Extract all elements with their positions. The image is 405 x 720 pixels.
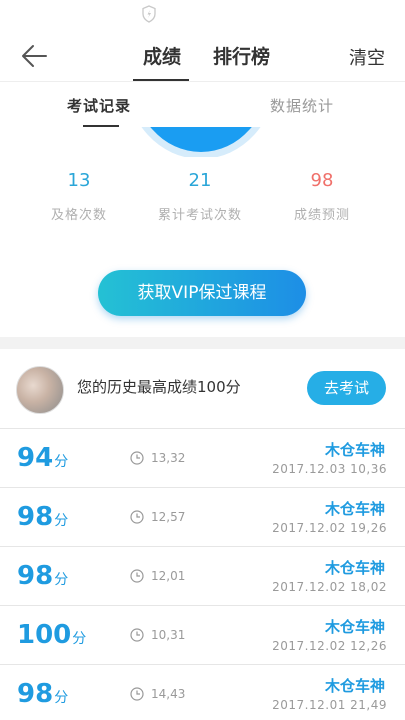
stat-value: 21 (188, 170, 212, 191)
clock-icon (130, 451, 144, 465)
stat-label: 及格次数 (50, 208, 107, 223)
record-duration: 14,43 (151, 687, 186, 701)
score-gauge-arc (132, 127, 270, 152)
take-exam-button[interactable]: 去考试 (307, 371, 386, 405)
stat-pass-count: 13 及格次数 (19, 170, 139, 223)
record-date: 2017.12.01 21,49 (272, 698, 387, 712)
best-score-text: 您的历史最高成绩100分 (77, 378, 241, 396)
vip-course-button[interactable]: 获取VIP保过课程 (98, 270, 306, 316)
clock-icon (130, 628, 144, 642)
record-date: 2017.12.03 10,36 (272, 462, 387, 476)
stats-row: 13 及格次数 21 累计考试次数 98 成绩预测 (0, 170, 405, 240)
stat-label: 成绩预测 (293, 208, 350, 223)
subtab-exam-records[interactable]: 考试记录 (67, 95, 131, 116)
record-score: 100分 (17, 620, 87, 650)
list-item[interactable]: 98分 14,43 木仓车神 2017.12.01 21,49 (0, 665, 405, 720)
shield-icon (142, 5, 156, 23)
list-item[interactable]: 94分 13,32 木仓车神 2017.12.03 10,36 (0, 429, 405, 488)
back-button[interactable] (18, 42, 50, 70)
record-duration: 10,31 (151, 628, 186, 642)
best-score-row: 您的历史最高成绩100分 去考试 (0, 349, 405, 429)
record-score: 98分 (17, 561, 69, 591)
record-user: 木仓车神 (324, 559, 385, 577)
record-user: 木仓车神 (324, 500, 385, 518)
status-bar (0, 0, 405, 30)
avatar (16, 366, 64, 414)
clock-icon (130, 569, 144, 583)
subtab-bar: 考试记录 数据统计 (0, 83, 405, 127)
record-duration: 12,01 (151, 569, 186, 583)
record-user: 木仓车神 (324, 677, 385, 695)
tab-score[interactable]: 成绩 (143, 42, 181, 69)
section-divider (0, 337, 405, 349)
record-duration: 13,32 (151, 451, 186, 465)
tab-indicator (133, 79, 189, 81)
stat-total-exams: 21 累计考试次数 (140, 170, 260, 223)
record-duration: 12,57 (151, 510, 186, 524)
clock-icon (130, 510, 144, 524)
record-date: 2017.12.02 19,26 (272, 521, 387, 535)
record-date: 2017.12.02 18,02 (272, 580, 387, 594)
list-item[interactable]: 98分 12,01 木仓车神 2017.12.02 18,02 (0, 547, 405, 606)
list-item[interactable]: 100分 10,31 木仓车神 2017.12.02 12,26 (0, 606, 405, 665)
stat-score-prediction: 98 成绩预测 (262, 170, 382, 223)
stat-label: 累计考试次数 (157, 208, 242, 223)
record-score: 98分 (17, 679, 69, 709)
header: 成绩 排行榜 清空 (0, 30, 405, 82)
list-item[interactable]: 98分 12,57 木仓车神 2017.12.02 19,26 (0, 488, 405, 547)
record-user: 木仓车神 (324, 441, 385, 459)
stat-value: 13 (67, 170, 91, 191)
record-score: 94分 (17, 443, 69, 473)
subtab-data-stats[interactable]: 数据统计 (270, 95, 334, 116)
stat-value: 98 (310, 170, 334, 191)
record-date: 2017.12.02 12,26 (272, 639, 387, 653)
clear-button[interactable]: 清空 (349, 44, 385, 70)
record-list: 94分 13,32 木仓车神 2017.12.03 10,36 98分 12,5… (0, 429, 405, 720)
record-user: 木仓车神 (324, 618, 385, 636)
clock-icon (130, 687, 144, 701)
tab-ranking[interactable]: 排行榜 (213, 42, 270, 69)
arrow-left-icon (22, 45, 47, 67)
record-score: 98分 (17, 502, 69, 532)
score-gauge (0, 127, 405, 157)
